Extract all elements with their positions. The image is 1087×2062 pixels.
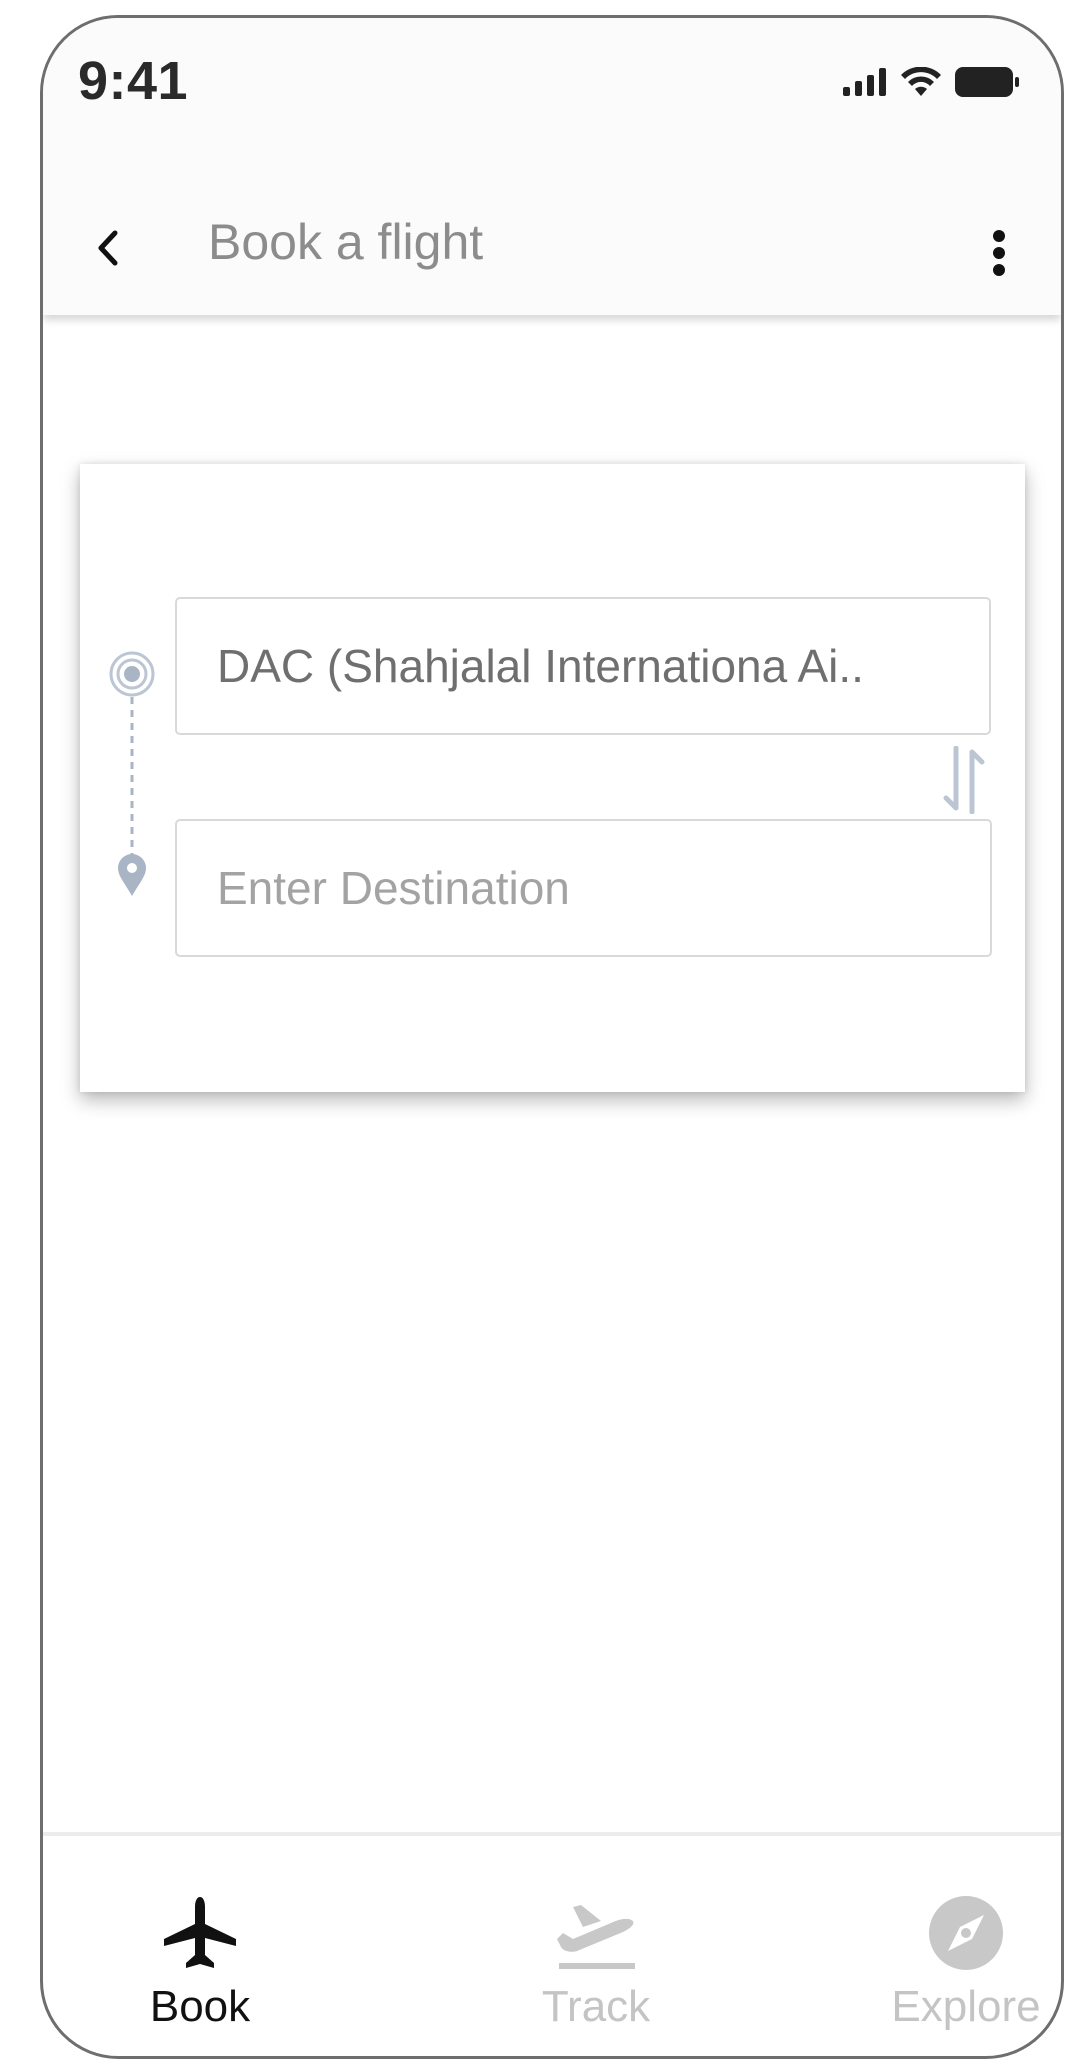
tab-explore[interactable]: Explore (846, 1888, 1061, 2048)
airplane-icon (155, 1888, 245, 1978)
swap-locations-button[interactable] (942, 745, 986, 815)
phone-frame: 9:41 Book a flight DAC (Shahjalal Intern… (40, 15, 1064, 2059)
flight-takeoff-icon (551, 1888, 641, 1978)
cellular-signal-icon (843, 68, 886, 96)
tab-bar-divider (43, 1832, 1061, 1836)
page-title: Book a flight (208, 214, 484, 270)
tab-book-label: Book (149, 1982, 251, 2031)
chevron-left-icon (98, 230, 118, 266)
destination-input[interactable] (217, 861, 990, 915)
status-time: 9:41 (78, 51, 189, 111)
tab-book[interactable]: Book (80, 1888, 320, 2048)
route-line-icon (109, 651, 155, 896)
status-icons (843, 62, 1019, 102)
more-options-button[interactable] (979, 213, 1019, 293)
swap-icon (943, 745, 985, 815)
back-button[interactable] (83, 203, 133, 293)
battery-icon (955, 67, 1019, 97)
tab-track[interactable]: Track (476, 1888, 716, 2048)
flight-search-card: DAC (Shahjalal Internationa Ai.. (80, 464, 1025, 1092)
top-bar: 9:41 Book a flight (43, 18, 1061, 315)
more-vertical-icon (993, 230, 1005, 276)
origin-value: DAC (Shahjalal Internationa Ai.. (217, 640, 864, 692)
origin-field[interactable]: DAC (Shahjalal Internationa Ai.. (175, 597, 991, 735)
compass-icon (921, 1888, 1011, 1978)
destination-field[interactable] (175, 819, 992, 957)
tab-explore-label: Explore (891, 1982, 1041, 2031)
tab-track-label: Track (541, 1982, 651, 2031)
wifi-icon (901, 67, 941, 96)
